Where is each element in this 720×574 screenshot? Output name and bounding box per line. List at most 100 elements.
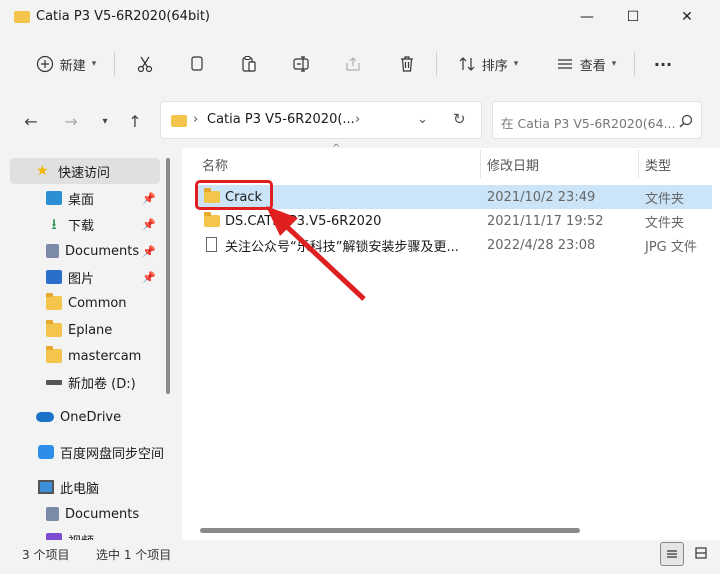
address-dropdown-icon[interactable]: ⌄ [417, 112, 428, 127]
cut-button[interactable] [130, 40, 160, 88]
computer-icon [38, 480, 54, 494]
sidebar-item-label: 新加卷 (D:) [68, 376, 136, 392]
document-icon [46, 507, 59, 521]
star-icon: ★ [36, 163, 49, 179]
recent-locations-button[interactable]: ▾ [92, 108, 118, 134]
sidebar-item-onedrive[interactable]: OneDrive [10, 404, 160, 430]
tiles-view-button[interactable] [690, 542, 712, 564]
maximize-button[interactable]: ☐ [610, 0, 656, 34]
horizontal-scrollbar[interactable] [200, 528, 580, 533]
sidebar-item-baidu[interactable]: 百度网盘同步空间 [10, 439, 164, 465]
sort-indicator-icon: ^ [332, 143, 341, 154]
column-divider [480, 150, 481, 178]
sidebar-item-label: 图片 [68, 271, 95, 287]
maximize-icon: ☐ [626, 9, 640, 25]
chevron-down-icon: ▾ [91, 59, 97, 69]
navigation-pane: ★ 快速访问 桌面 📌 ⭳ 下载 📌 Documents 📌 图片 📌 Comm… [0, 148, 176, 540]
paste-button[interactable] [234, 40, 264, 88]
sidebar-item-videos[interactable]: 视频 [10, 527, 160, 540]
new-button[interactable]: 新建 ▾ [26, 40, 106, 88]
sidebar-item-eplane[interactable]: Eplane [10, 317, 160, 343]
close-button[interactable]: ✕ [664, 0, 710, 34]
forward-button[interactable]: → [58, 108, 84, 134]
divider [114, 52, 115, 76]
address-path[interactable]: Catia P3 V5-6R2020(... [207, 112, 355, 127]
minimize-icon: — [580, 9, 594, 25]
sort-button[interactable]: 排序 ▾ [448, 40, 528, 88]
sort-icon [459, 57, 475, 71]
chevron-right-icon: › [355, 112, 361, 127]
file-date: 2021/11/17 19:52 [487, 213, 604, 229]
share-icon [346, 57, 360, 71]
sidebar-item-label: Common [68, 295, 127, 311]
cloud-icon [36, 412, 54, 422]
chevron-down-icon: ▾ [611, 59, 617, 69]
more-options-button[interactable]: ··· [646, 40, 680, 88]
file-date: 2022/4/28 23:08 [487, 237, 596, 253]
address-bar[interactable]: › Catia P3 V5-6R2020(... › ⌄ ↻ [160, 101, 482, 139]
file-type: JPG 文件 [645, 239, 697, 255]
view-label: 查看 [579, 58, 606, 74]
sidebar-item-label: mastercam [68, 348, 142, 364]
delete-button[interactable] [392, 40, 422, 88]
pin-icon: 📌 [142, 270, 156, 284]
up-button[interactable]: ↑ [122, 108, 148, 134]
arrow-right-icon: → [64, 111, 78, 131]
sidebar-item-this-pc[interactable]: 此电脑 [10, 474, 160, 500]
sidebar-item-desktop[interactable]: 桌面 📌 [10, 185, 160, 211]
sidebar-item-documents[interactable]: Documents 📌 [10, 238, 160, 264]
copy-icon [191, 56, 203, 71]
download-icon: ⭳ [51, 215, 57, 233]
column-header-modified[interactable]: 修改日期 [487, 155, 539, 174]
document-icon [46, 244, 59, 258]
sidebar-item-label: Eplane [68, 322, 113, 338]
drive-icon [46, 379, 62, 385]
plus-circle-icon [36, 55, 53, 73]
file-type: 文件夹 [645, 191, 685, 207]
pin-icon: 📌 [142, 217, 156, 231]
selection-count: 选中 1 个项目 [96, 548, 172, 562]
sidebar-item-pictures[interactable]: 图片 📌 [10, 264, 160, 290]
trash-icon [401, 56, 413, 72]
search-input[interactable]: 在 Catia P3 V5-6R2020(64... [501, 113, 676, 132]
minimize-button[interactable]: — [564, 0, 610, 34]
sidebar-item-label: 桌面 [68, 192, 95, 208]
search-icon [679, 114, 693, 128]
sidebar-item-mastercam[interactable]: mastercam [10, 343, 160, 369]
command-bar: 新建 ▾ 排序 ▾ 查看 ▾ ··· [0, 40, 720, 88]
tiles-view-icon [695, 547, 707, 559]
sidebar-item-label: 视频 [68, 531, 94, 541]
share-button[interactable] [338, 40, 368, 88]
back-button[interactable]: ← [18, 108, 44, 134]
close-icon: ✕ [681, 9, 693, 25]
refresh-icon[interactable]: ↻ [453, 110, 466, 128]
search-box[interactable]: 在 Catia P3 V5-6R2020(64... [492, 101, 702, 139]
rename-icon [293, 56, 309, 72]
copy-button[interactable] [182, 40, 212, 88]
details-view-button[interactable] [660, 542, 684, 566]
pin-icon: 📌 [142, 244, 156, 258]
sidebar-item-drive-d[interactable]: 新加卷 (D:) [10, 369, 160, 395]
file-type: 文件夹 [645, 215, 685, 231]
chevron-down-icon: ▾ [102, 115, 108, 127]
sidebar-item-label: 此电脑 [60, 481, 100, 497]
sidebar-item-common[interactable]: Common [10, 290, 160, 316]
sidebar-item-label: Documents [65, 243, 140, 259]
sidebar-item-label: 百度网盘同步空间 [60, 446, 165, 462]
column-header-name[interactable]: 名称 [202, 155, 228, 174]
column-header-type[interactable]: 类型 [645, 155, 671, 174]
title-bar: Catia P3 V5-6R2020(64bit) — ☐ ✕ [0, 0, 720, 34]
sort-label: 排序 [481, 58, 508, 74]
divider [436, 52, 437, 76]
sidebar-item-pc-documents[interactable]: Documents [10, 501, 160, 527]
rename-button[interactable] [286, 40, 316, 88]
image-file-icon [206, 237, 217, 252]
sidebar-item-quick-access[interactable]: ★ 快速访问 [10, 158, 160, 184]
sidebar-scrollbar[interactable] [166, 158, 170, 394]
view-button[interactable]: 查看 ▾ [546, 40, 626, 88]
folder-icon [46, 293, 62, 310]
sidebar-item-downloads[interactable]: ⭳ 下载 📌 [10, 211, 160, 237]
column-divider [638, 150, 639, 178]
file-date: 2021/10/2 23:49 [487, 189, 596, 205]
folder-icon [171, 115, 187, 127]
